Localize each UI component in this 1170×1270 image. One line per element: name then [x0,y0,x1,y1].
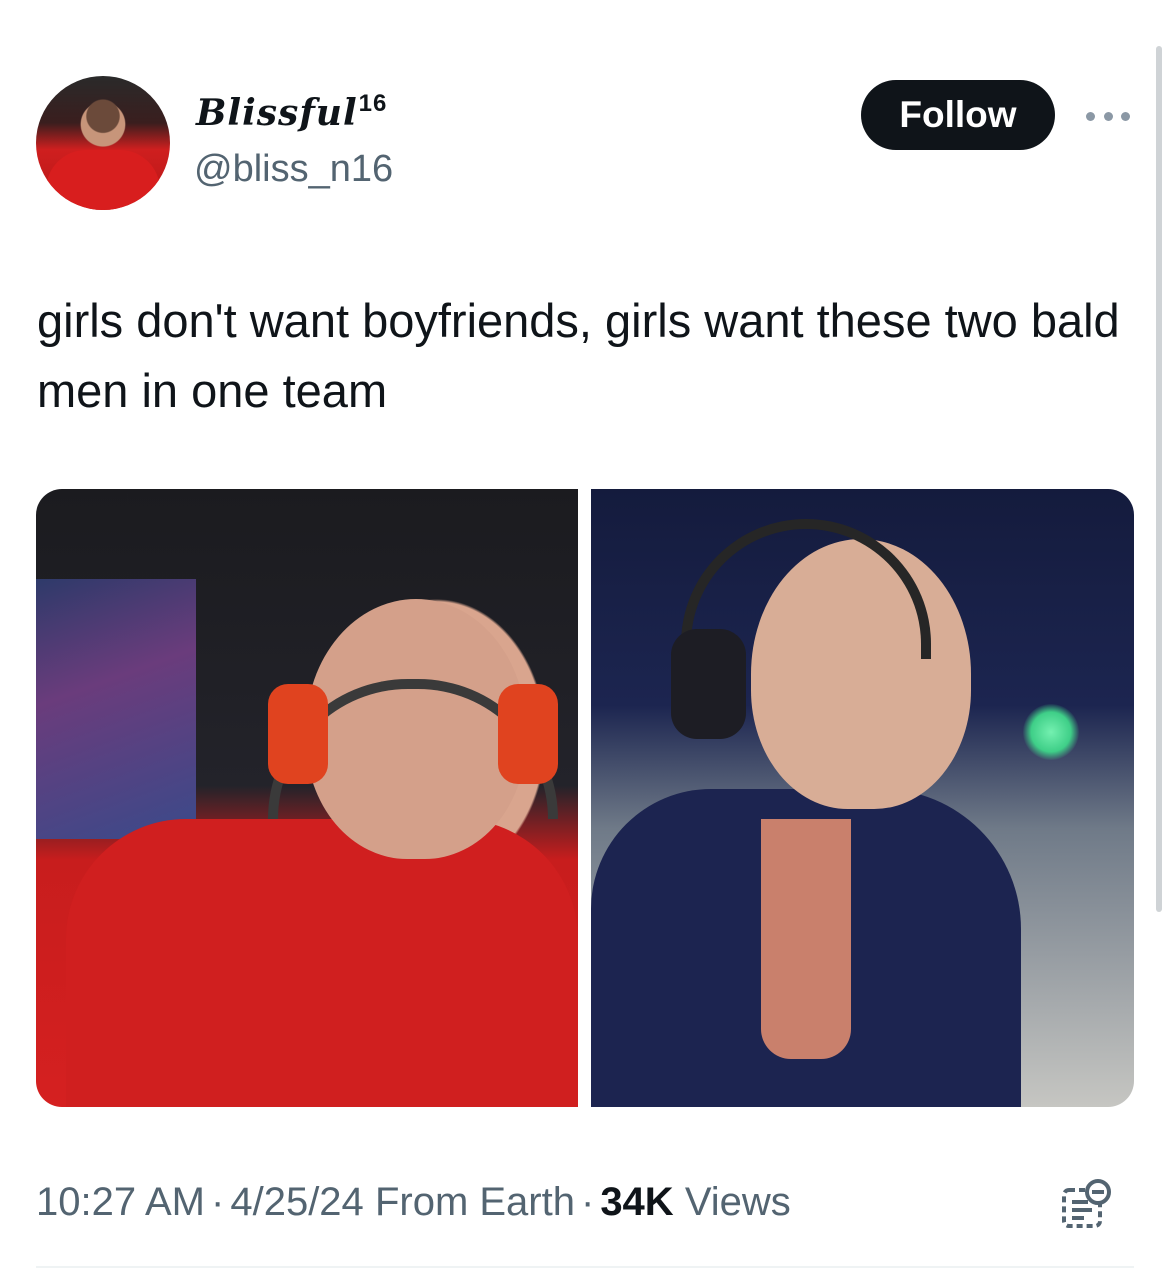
tweet-text: girls don't want boyfriends, girls want … [37,294,1120,417]
display-name-superscript: 16 [358,90,388,117]
avatar[interactable] [36,76,170,210]
tweet-time[interactable]: 10:27 AM [36,1180,205,1224]
media-image-right[interactable] [591,489,1134,1107]
tweet-date[interactable]: 4/25/24 [230,1180,363,1224]
author-display-name[interactable]: Blissful16 [196,90,387,134]
author-handle[interactable]: @bliss_n16 [194,148,393,191]
dot [1086,111,1095,121]
tweet-source: From Earth [374,1180,575,1224]
scrollbar[interactable] [1156,46,1162,912]
background-screen [36,579,196,839]
dot [1103,111,1113,121]
headset-ear-right [498,684,558,784]
views-count: 34K [600,1180,674,1224]
ferrari-shirt [66,819,578,1107]
shirt-collar [761,819,851,1059]
media-image-left[interactable] [36,489,578,1107]
divider [36,1266,1134,1268]
display-name-text: Blissful [196,92,358,134]
view-analytics-icon[interactable] [1058,1176,1114,1232]
avatar-shirt [46,150,160,210]
meta-separator: · [211,1180,225,1224]
headset-ear [671,629,746,739]
meta-separator: · [580,1180,595,1224]
more-horizontal-icon[interactable] [1086,110,1130,122]
background-light [1023,704,1079,760]
follow-button[interactable]: Follow [861,80,1055,150]
tweet-meta: 10:27 AM · 4/25/24 From Earth · 34K Views [36,1180,791,1225]
headset-ear-left [268,684,328,784]
dot [1121,111,1130,121]
views-label: Views [684,1180,791,1224]
